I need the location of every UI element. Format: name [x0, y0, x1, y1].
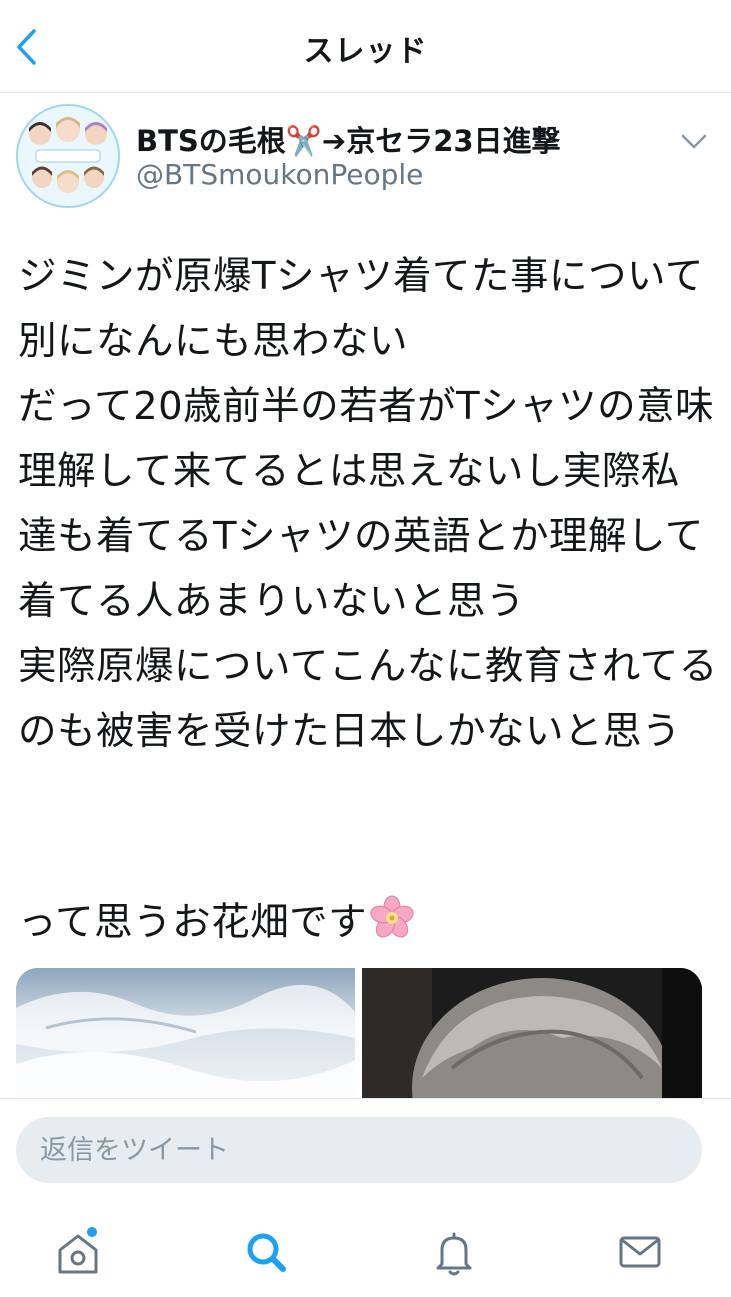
unread-dot — [87, 1227, 97, 1237]
tab-home[interactable] — [48, 1222, 108, 1282]
tweet-media-image-1[interactable] — [16, 968, 355, 1108]
top-bar: スレッド — [0, 0, 731, 93]
page-title: スレッド — [303, 34, 428, 69]
chevron-down-icon — [681, 134, 707, 149]
envelope-icon — [619, 1236, 661, 1268]
sky-photo — [16, 968, 355, 1108]
reply-input[interactable] — [16, 1117, 702, 1183]
search-icon — [247, 1233, 286, 1272]
tweet-text-last-line-text: って思うお花畑です — [18, 900, 368, 945]
tab-search[interactable] — [236, 1222, 296, 1282]
bell-icon — [436, 1232, 472, 1276]
tab-notifications[interactable] — [424, 1222, 484, 1282]
thread-screen: スレッド BTSの毛根✂️➔京セラ23日進撃 @BTSmoukonPeople … — [0, 0, 731, 1297]
tweet-options-button[interactable] — [676, 124, 712, 160]
tweet-text-last-line: って思うお花畑です — [18, 890, 718, 961]
tab-messages[interactable] — [610, 1222, 670, 1282]
reply-bar — [0, 1098, 731, 1209]
avatar-image — [18, 106, 118, 206]
cherry-blossom-emoji — [369, 895, 415, 961]
portrait-photo — [362, 968, 702, 1108]
bottom-tab-bar — [0, 1208, 731, 1297]
display-name[interactable]: BTSの毛根✂️➔京セラ23日進撃 — [136, 118, 561, 160]
display-name-text: BTSの毛根 — [136, 124, 286, 158]
avatar[interactable] — [16, 104, 120, 208]
tweet-media-image-2[interactable] — [362, 968, 702, 1108]
display-name-suffix: ➔京セラ23日進撃 — [321, 124, 561, 158]
user-handle[interactable]: @BTSmoukonPeople — [136, 158, 423, 191]
tweet-text: ジミンが原爆Tシャツ着てた事について別になんにも思わない だって20歳前半の若者… — [18, 254, 718, 754]
scissors-emoji: ✂️ — [285, 124, 322, 158]
home-icon — [58, 1227, 98, 1274]
